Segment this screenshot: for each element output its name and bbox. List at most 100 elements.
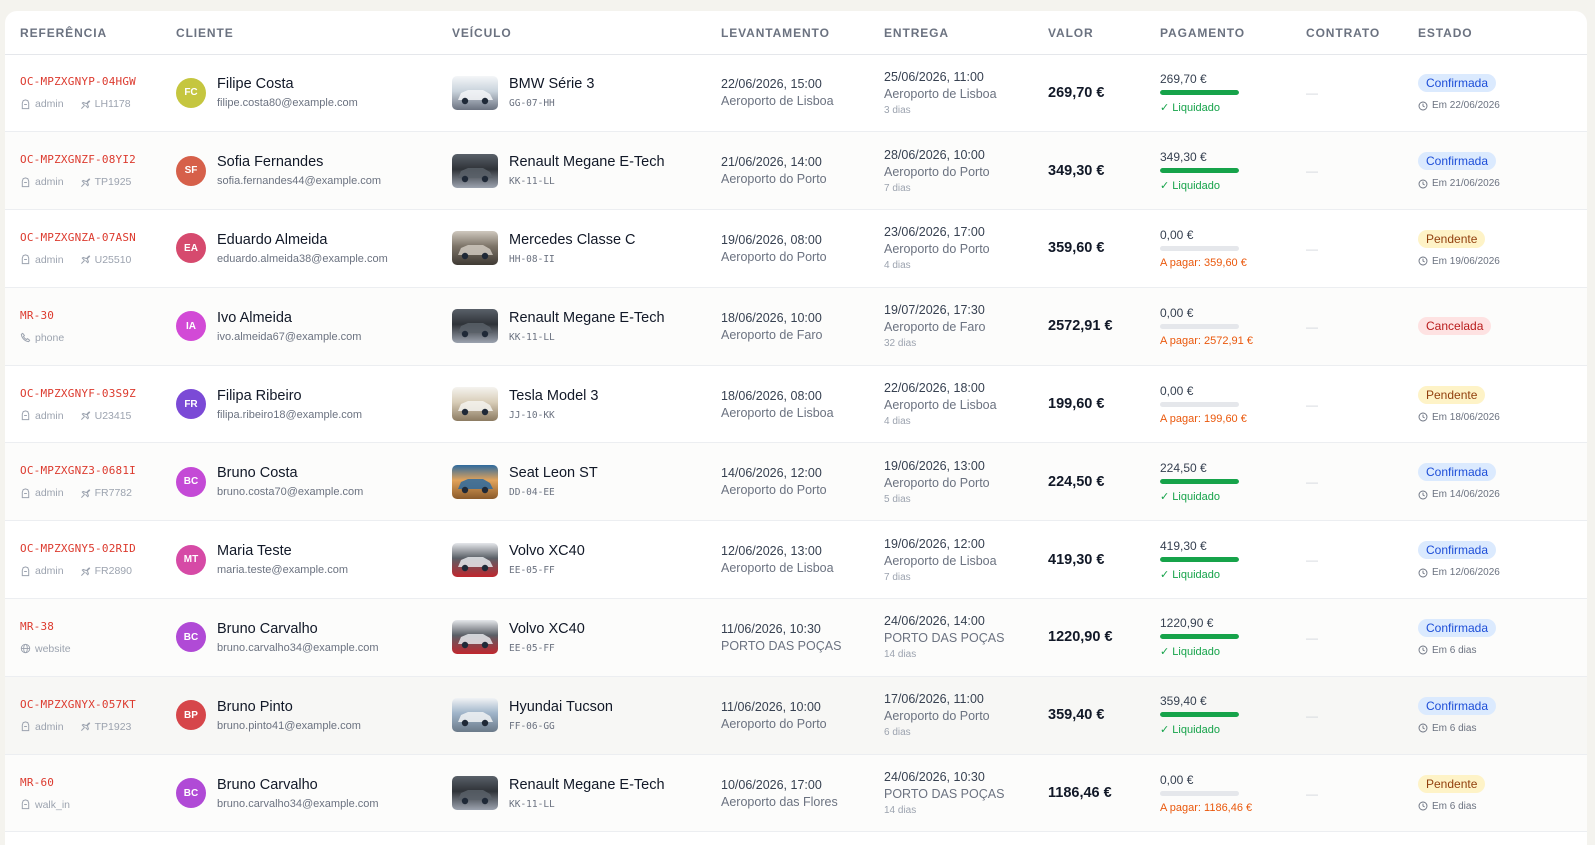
status-badge[interactable]: Confirmada (1418, 541, 1497, 560)
contract-empty: — (1306, 241, 1318, 256)
vehicle-name[interactable]: Renault Megane E-Tech (509, 154, 665, 170)
reference-link[interactable]: OC-MPZXGNZ3-0681I (20, 464, 176, 477)
table-row[interactable]: OC-MPZXGNZA-07ASN admin U25510 EA Eduardo Al… (5, 210, 1587, 288)
client-name[interactable]: Bruno Carvalho (217, 621, 379, 637)
payment-cell: 359,40 € ✓ Liquidado (1160, 676, 1306, 754)
return-location: Aeroporto de Lisboa (884, 553, 997, 568)
table-row[interactable]: OC-MPZXGNYF-03S9Z admin U23415 FR Filipa Rib… (5, 365, 1587, 443)
return-cell: 25/06/2026, 11:00 Aeroporto de Lisboa 3 di… (884, 54, 1048, 132)
status-cell: Pendente Em 18/06/2026 (1418, 365, 1587, 443)
payment-status: ✓ Liquidado (1160, 490, 1220, 503)
avatar: BC (176, 622, 206, 653)
vehicle-name[interactable]: Volvo XC40 (509, 621, 585, 637)
clock-icon (1418, 801, 1428, 811)
reference-link[interactable]: MR-38 (20, 620, 176, 633)
source-label: admin (35, 487, 64, 500)
table-row[interactable]: OC-MPZXGNYP-04HGW admin LH1178 FC Filipe Cos… (5, 54, 1587, 132)
vehicle-name[interactable]: Renault Megane E-Tech (509, 310, 665, 326)
source-label: walk_in (35, 798, 71, 811)
reference-link[interactable]: OC-MPZXGNYX-057KT (20, 698, 176, 711)
reference-link[interactable]: OC-MPZXGNZF-08YI2 (20, 153, 176, 166)
reference-cell: OC-MPZXGNY5-02RID admin FR2890 (5, 521, 176, 599)
client-cell: FC Filipe Costa filipe.costa80@example.com (176, 54, 452, 132)
reference-link[interactable]: OC-MPZXGNY5-02RID (20, 542, 176, 555)
status-badge[interactable]: Pendente (1418, 385, 1486, 404)
contract-cell: — (1306, 132, 1418, 210)
vehicle-thumbnail (452, 698, 498, 733)
client-name[interactable]: Filipa Ribeiro (217, 388, 362, 404)
col-entrega-header[interactable]: ENTREGA (884, 11, 1048, 54)
col-valor-header[interactable]: VALOR (1048, 11, 1160, 54)
user-icon (20, 721, 31, 732)
license-plate: GG-07-HH (509, 98, 555, 110)
vehicle-name[interactable]: Volvo XC40 (509, 543, 585, 559)
reservations-table: REFERÊNCIA CLIENTE VEÍCULO LEVANTAMENTO ENTR… (5, 11, 1587, 832)
reference-cell: OC-MPZXGNYX-057KT admin TP1923 (5, 676, 176, 754)
client-name[interactable]: Maria Teste (217, 543, 348, 559)
return-cell: 24/06/2026, 14:00 PORTO DAS POÇAS 14 dias (884, 599, 1048, 677)
payment-progress-fill (1160, 478, 1239, 484)
col-referencia-header[interactable]: REFERÊNCIA (5, 11, 176, 54)
status-date-label: Em 22/06/2026 (1432, 100, 1500, 112)
client-name[interactable]: Bruno Costa (217, 465, 363, 481)
source-label: admin (35, 565, 64, 578)
col-veiculo-header[interactable]: VEÍCULO (452, 11, 721, 54)
table-row[interactable]: MR-38 website BC Bruno Carvalho bruno.carval… (5, 598, 1587, 677)
client-name[interactable]: Sofia Fernandes (217, 154, 381, 170)
vehicle-name[interactable]: Tesla Model 3 (509, 388, 598, 404)
status-date: Em 22/06/2026 (1418, 100, 1587, 111)
payment-progress-bar (1160, 790, 1239, 796)
col-levantamento-header[interactable]: LEVANTAMENTO (721, 11, 884, 54)
status-badge[interactable]: Pendente (1418, 229, 1486, 248)
table-row[interactable]: OC-MPZXGNY5-02RID admin FR2890 MT Maria Test… (5, 521, 1587, 599)
status-badge[interactable]: Confirmada (1418, 74, 1497, 93)
vehicle-name[interactable]: Mercedes Classe C (509, 232, 636, 248)
reference-link[interactable]: OC-MPZXGNYF-03S9Z (20, 387, 176, 400)
user-icon (20, 488, 31, 499)
col-estado-header[interactable]: ESTADO (1418, 11, 1587, 54)
status-badge[interactable]: Confirmada (1418, 696, 1497, 715)
status-badge[interactable]: Confirmada (1418, 463, 1497, 482)
contract-empty: — (1306, 397, 1318, 412)
reference-link[interactable]: OC-MPZXGNZA-07ASN (20, 231, 176, 244)
table-row[interactable]: MR-60 walk_in BC Bruno Carvalho bruno.carval… (5, 754, 1587, 832)
status-badge[interactable]: Cancelada (1418, 317, 1492, 336)
total-value: 359,40 € (1048, 707, 1105, 724)
user-icon (20, 566, 31, 577)
total-value: 2572,91 € (1048, 318, 1113, 335)
reference-cell: OC-MPZXGNYF-03S9Z admin U23415 (5, 365, 176, 443)
client-name[interactable]: Ivo Almeida (217, 310, 361, 326)
vehicle-name[interactable]: Seat Leon ST (509, 465, 598, 481)
client-name[interactable]: Bruno Pinto (217, 699, 361, 715)
booking-source: admin FR7782 (20, 487, 176, 499)
col-pagamento-header[interactable]: PAGAMENTO (1160, 11, 1306, 54)
vehicle-name[interactable]: BMW Série 3 (509, 76, 594, 92)
client-email: eduardo.almeida38@example.com (217, 252, 388, 265)
client-name[interactable]: Eduardo Almeida (217, 232, 388, 248)
vehicle-cell: Renault Megane E-Tech KK-11-LL (452, 754, 721, 832)
status-badge[interactable]: Confirmada (1418, 618, 1497, 637)
client-name[interactable]: Filipe Costa (217, 76, 358, 92)
return-datetime: 19/06/2026, 12:00 (884, 536, 985, 551)
col-cliente-header[interactable]: CLIENTE (176, 11, 452, 54)
client-cell: EA Eduardo Almeida eduardo.almeida38@examp… (176, 210, 452, 288)
table-row[interactable]: OC-MPZXGNZF-08YI2 admin TP1925 SF Sofia Fern… (5, 131, 1587, 210)
payment-status: ✓ Liquidado (1160, 646, 1220, 659)
reference-link[interactable]: MR-30 (20, 309, 176, 322)
table-row[interactable]: MR-30 phone IA Ivo Almeida ivo.almeida67@exa… (5, 287, 1587, 366)
return-cell: 19/07/2026, 17:30 Aeroporto de Faro 32 dia… (884, 287, 1048, 365)
table-row[interactable]: OC-MPZXGNZ3-0681I admin FR7782 BC Bruno Cost… (5, 442, 1587, 521)
status-badge[interactable]: Confirmada (1418, 152, 1497, 171)
col-contrato-header[interactable]: CONTRATO (1306, 11, 1418, 54)
rental-duration: 4 dias (884, 416, 911, 428)
client-name[interactable]: Bruno Carvalho (217, 777, 379, 793)
vehicle-name[interactable]: Hyundai Tucson (509, 699, 613, 715)
status-date: Em 14/06/2026 (1418, 489, 1587, 500)
return-datetime: 17/06/2026, 11:00 (884, 692, 984, 707)
reference-link[interactable]: MR-60 (20, 776, 176, 789)
status-badge[interactable]: Pendente (1418, 774, 1486, 793)
vehicle-cell: Seat Leon ST DD-04-EE (452, 443, 721, 521)
table-row[interactable]: OC-MPZXGNYX-057KT admin TP1923 BP Bruno Pint… (5, 676, 1587, 755)
vehicle-name[interactable]: Renault Megane E-Tech (509, 777, 665, 793)
reference-link[interactable]: OC-MPZXGNYP-04HGW (20, 75, 176, 88)
